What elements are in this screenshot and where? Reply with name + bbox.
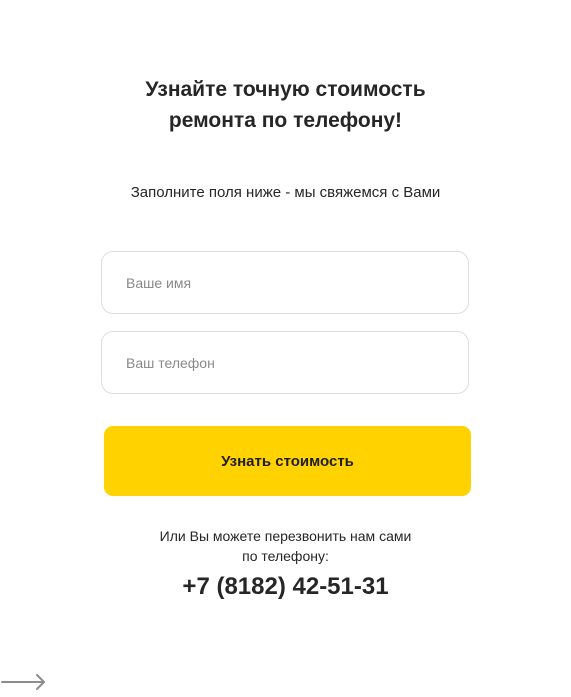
arrow-right-icon[interactable] bbox=[0, 672, 48, 692]
form-subtitle: Заполните поля ниже - мы свяжемся с Вами bbox=[130, 184, 441, 201]
callback-note: Или Вы можете перезвонить нам сами по те… bbox=[0, 526, 571, 566]
form-title: Узнайте точную стоимость ремонта по теле… bbox=[0, 74, 571, 136]
callback-note-line1: Или Вы можете перезвонить нам сами bbox=[159, 528, 412, 544]
form-title-line2: ремонта по телефону! bbox=[168, 109, 403, 132]
form-title-line1: Узнайте точную стоимость bbox=[145, 78, 426, 101]
callback-note-line2: по телефону: bbox=[242, 548, 329, 564]
name-input[interactable] bbox=[101, 251, 469, 314]
phone-link[interactable]: +7 (8182) 42-51-31 bbox=[0, 571, 571, 603]
get-price-button[interactable]: Узнать стоимость bbox=[104, 426, 471, 496]
phone-input[interactable] bbox=[101, 331, 469, 394]
